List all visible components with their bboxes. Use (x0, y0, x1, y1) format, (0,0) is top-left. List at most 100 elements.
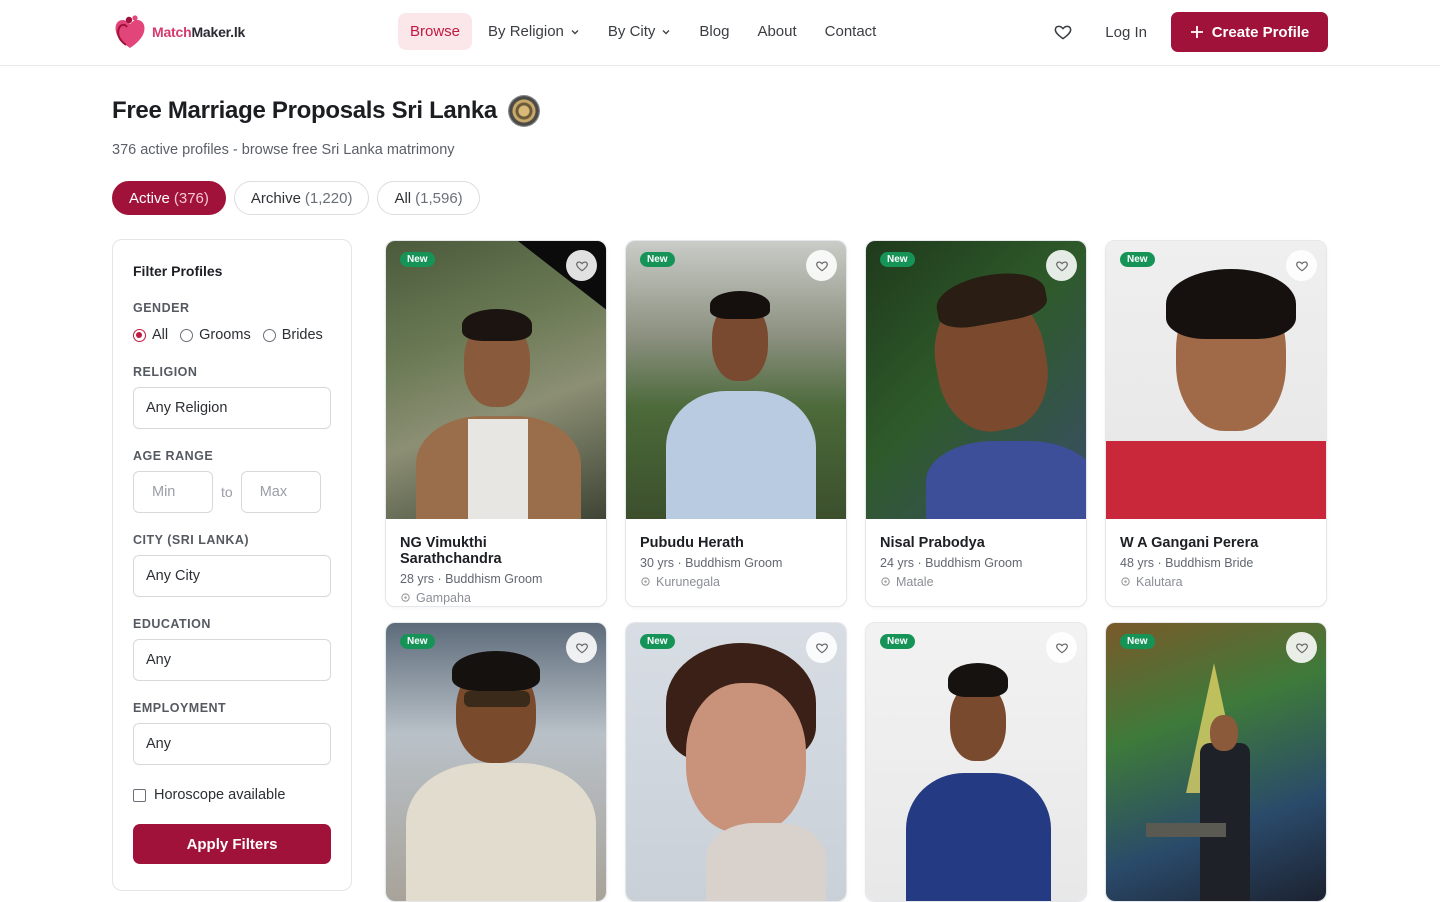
education-select[interactable]: Any (133, 639, 331, 681)
new-badge: New (640, 634, 675, 649)
heart-icon (1055, 260, 1068, 271)
heart-icon (1295, 642, 1308, 653)
favorite-button[interactable] (1046, 632, 1077, 663)
filter-title: Filter Profiles (133, 263, 223, 279)
plus-icon (1190, 26, 1203, 38)
profile-card[interactable]: New NG Vimukthi Sarathchandra 28 yrs · B… (385, 240, 607, 607)
profile-card[interactable]: New Nisal Prabodya 24 yrs · Buddhism Gro… (865, 240, 1087, 607)
new-badge: New (880, 252, 915, 267)
site-header: MatchMaker.lk Browse By Religion By City… (0, 0, 1440, 66)
brand-name: MatchMaker.lk (152, 24, 246, 40)
profile-location: Kalutara (1120, 575, 1312, 589)
profile-name: NG Vimukthi Sarathchandra (400, 535, 502, 567)
heart-icon (575, 260, 588, 271)
gender-all-radio[interactable]: All (133, 327, 168, 343)
city-select[interactable]: Any City (133, 555, 331, 597)
location-pin-icon (401, 592, 410, 602)
gender-brides-radio[interactable]: Brides (262, 327, 323, 343)
nav-by-religion[interactable]: By Religion (476, 13, 592, 50)
page-subtitle: 376 active profiles - browse free Sri La… (112, 142, 455, 158)
profile-photo (1106, 241, 1326, 519)
education-label: EDUCATION (133, 617, 211, 631)
new-badge: New (880, 634, 915, 649)
page-title: Free Marriage Proposals Sri Lanka (112, 97, 497, 124)
nav-browse[interactable]: Browse (398, 13, 473, 50)
filter-panel: Filter Profiles GENDER All Grooms Brides… (112, 239, 352, 891)
gender-label: GENDER (133, 301, 190, 315)
tab-archive[interactable]: Archive (1,220) (233, 181, 370, 215)
age-range-label: AGE RANGE (133, 449, 214, 463)
profile-location: Gampaha (400, 591, 592, 605)
heart-icon (815, 642, 828, 653)
heart-icon (1054, 25, 1072, 40)
religion-select[interactable]: Any Religion (133, 387, 331, 429)
profile-location: Kurunegala (640, 575, 832, 589)
heart-icon (575, 642, 588, 653)
profile-card[interactable]: New (1105, 622, 1327, 902)
new-badge: New (640, 252, 675, 267)
profile-photo (626, 241, 846, 519)
nav-by-city[interactable]: By City (596, 13, 684, 50)
location-pin-icon (881, 576, 890, 586)
chevron-down-icon (571, 29, 579, 34)
profile-meta: 24 yrs · Buddhism Groom (880, 556, 1023, 570)
location-pin-icon (641, 576, 650, 586)
favorite-button[interactable] (1286, 632, 1317, 663)
nav-about[interactable]: About (745, 13, 808, 50)
create-profile-label: Create Profile (1211, 23, 1310, 41)
profile-card[interactable]: New (625, 622, 847, 902)
age-max-input[interactable]: Max (240, 471, 321, 513)
profile-meta: 30 yrs · Buddhism Groom (640, 556, 783, 570)
heart-icon (1295, 260, 1308, 271)
nav-contact[interactable]: Contact (813, 13, 889, 50)
heart-icon (815, 260, 828, 271)
age-min-input[interactable]: Min (133, 471, 213, 513)
profile-photo (866, 623, 1086, 901)
nav-blog[interactable]: Blog (687, 13, 741, 50)
chevron-down-icon (662, 29, 670, 34)
favorite-button[interactable] (1046, 250, 1077, 281)
login-link[interactable]: Log In (1105, 24, 1147, 41)
profile-photo (626, 623, 846, 901)
profile-card[interactable]: New (385, 622, 607, 902)
employment-select[interactable]: Any (133, 723, 331, 765)
profile-photo (386, 623, 606, 901)
profile-meta: 48 yrs · Buddhism Bride (1120, 556, 1254, 570)
profile-card[interactable]: New (865, 622, 1087, 902)
heart-icon (1055, 642, 1068, 653)
favorite-button[interactable] (566, 250, 597, 281)
logo-heart-icon (115, 15, 145, 48)
profile-name: W A Gangani Perera (1120, 535, 1259, 551)
horoscope-checkbox[interactable]: Horoscope available (133, 787, 331, 803)
profile-card[interactable]: New W A Gangani Perera 48 yrs · Buddhism… (1105, 240, 1327, 607)
page-title-row: Free Marriage Proposals Sri Lanka (112, 96, 539, 126)
verified-seal-icon (508, 96, 539, 126)
profile-card[interactable]: New Pubudu Herath 30 yrs · Buddhism Groo… (625, 240, 847, 607)
favorite-button[interactable] (566, 632, 597, 663)
employment-label: EMPLOYMENT (133, 701, 227, 715)
favorite-button[interactable] (806, 632, 837, 663)
apply-filters-button[interactable]: Apply Filters (133, 824, 331, 864)
main-nav: Browse By Religion By City Blog About Co… (398, 13, 892, 50)
new-badge: New (1120, 634, 1155, 649)
brand-logo[interactable]: MatchMaker.lk (112, 12, 245, 52)
tab-all[interactable]: All (1,596) (377, 181, 480, 215)
new-badge: New (400, 252, 435, 267)
profile-location: Matale (880, 575, 1072, 589)
profile-photo (1106, 623, 1326, 901)
profile-name: Pubudu Herath (640, 535, 744, 551)
tab-active[interactable]: Active (376) (112, 181, 226, 215)
gender-options: All Grooms Brides (133, 327, 331, 343)
religion-label: RELIGION (133, 365, 198, 379)
favorite-button[interactable] (806, 250, 837, 281)
gender-grooms-radio[interactable]: Grooms (180, 327, 251, 343)
favorite-button[interactable] (1286, 250, 1317, 281)
new-badge: New (1120, 252, 1155, 267)
age-to-label: to (221, 484, 233, 500)
profile-name: Nisal Prabodya (880, 535, 985, 551)
checkbox-icon (133, 788, 146, 802)
status-tabs: Active (376) Archive (1,220) All (1,596) (112, 181, 480, 215)
favorites-button[interactable] (1043, 12, 1083, 52)
create-profile-button[interactable]: Create Profile (1171, 12, 1328, 52)
new-badge: New (400, 634, 435, 649)
